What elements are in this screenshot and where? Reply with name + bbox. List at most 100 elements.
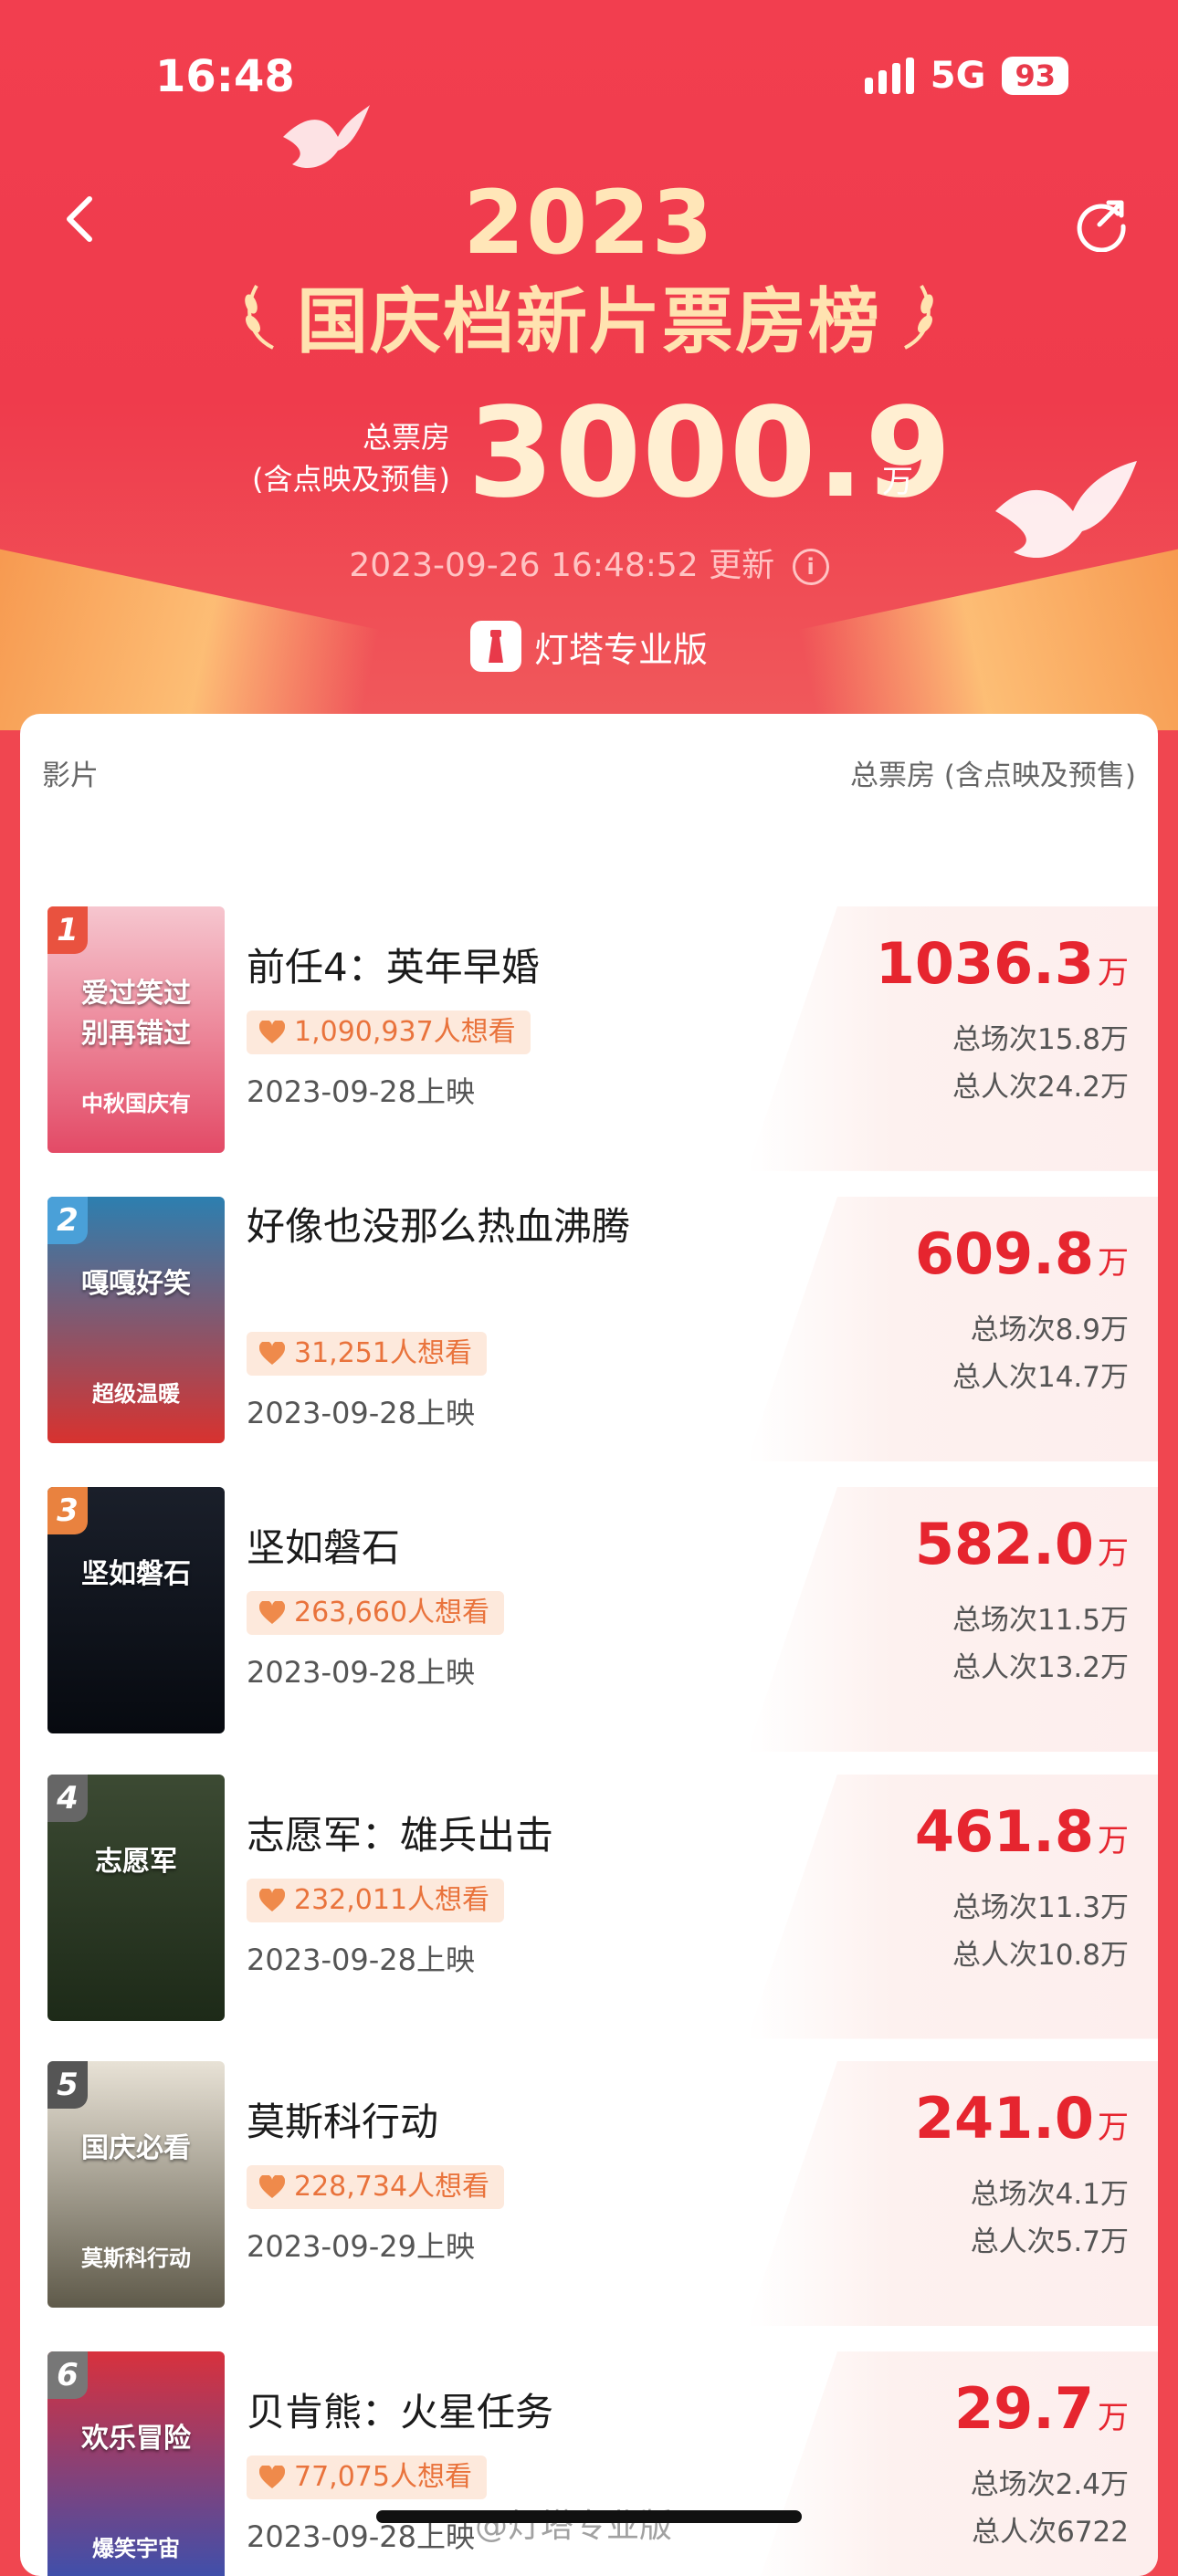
poster-artwork-subtext: 中秋国庆有 bbox=[81, 1090, 191, 1116]
release-date: 2023-09-28上映 bbox=[247, 1395, 475, 1430]
movie-gross: 29.7 万 bbox=[954, 2375, 1129, 2442]
movie-title[interactable]: 志愿军：雄兵出击 bbox=[247, 1809, 685, 1862]
total-shows: 总场次11.5万 bbox=[952, 1604, 1129, 1638]
battery-indicator: 93 bbox=[1002, 57, 1068, 95]
movie-stats: 总场次2.4万 总人次6722 bbox=[971, 2461, 1129, 2556]
release-date: 2023-09-29上映 bbox=[247, 2229, 475, 2265]
total-shows: 总场次2.4万 bbox=[970, 2468, 1129, 2502]
movie-stats: 总场次15.8万 总人次24.2万 bbox=[952, 1016, 1129, 1111]
movie-stats: 总场次11.5万 总人次13.2万 bbox=[952, 1597, 1129, 1691]
movie-title[interactable]: 好像也没那么热血沸腾 bbox=[247, 1200, 685, 1253]
movie-gross: 582.0 万 bbox=[915, 1511, 1129, 1577]
rank-badge: 3 bbox=[47, 1487, 88, 1535]
heart-icon bbox=[259, 1341, 285, 1365]
movie-row[interactable]: 4 志愿军 志愿军：雄兵出击 232,011人想看 2023-09-28上映 461.8 万… bbox=[20, 1774, 1158, 2048]
movie-gross-value: 582.0 bbox=[914, 1511, 1094, 1578]
heart-icon bbox=[259, 2466, 285, 2489]
poster-artwork-text: 嘎嘎好笑 bbox=[81, 1267, 191, 1300]
movie-poster[interactable]: 5 国庆必看 莫斯科行动 bbox=[47, 2061, 225, 2309]
column-header-film: 影片 bbox=[42, 759, 99, 792]
movie-poster[interactable]: 1 爱过笑过 别再错过 中秋国庆有 bbox=[47, 906, 225, 1153]
want-to-see-badge: 232,011人想看 bbox=[247, 1878, 505, 1922]
rank-badge: 4 bbox=[47, 1774, 88, 1822]
total-admissions: 总人次5.7万 bbox=[970, 2225, 1129, 2259]
laurel-right-icon bbox=[904, 284, 933, 350]
movie-gross-value: 1036.3 bbox=[875, 929, 1094, 997]
total-label-line1: 总票房 bbox=[362, 420, 450, 455]
poster-artwork-text: 国庆必看 bbox=[81, 2132, 191, 2165]
poster-artwork-subtext: 爆笑宇宙 bbox=[92, 2536, 180, 2562]
want-to-see-badge: 1,090,937人想看 bbox=[247, 1010, 531, 1054]
release-date: 2023-09-28上映 bbox=[247, 1655, 475, 1691]
want-count: 77,075人想看 bbox=[294, 2461, 472, 2494]
header-banner: 16:48 5G 93 2023 国庆档新片票房榜 总票房 (含点映及预售) 3… bbox=[0, 0, 1178, 730]
movie-gross: 1036.3 万 bbox=[876, 930, 1129, 997]
movie-row[interactable]: 2 嘎嘎好笑超级温暖 好像也没那么热血沸腾 31,251人想看 2023-09-28上映… bbox=[20, 1196, 1158, 1471]
release-date: 2023-09-28上映 bbox=[247, 1073, 475, 1109]
movie-gross-unit: 万 bbox=[1098, 1822, 1129, 1859]
watermark: @灯塔专业版 bbox=[475, 2508, 673, 2545]
movie-title[interactable]: 莫斯科行动 bbox=[247, 2096, 685, 2149]
movie-title[interactable]: 坚如磐石 bbox=[247, 1522, 685, 1575]
movie-stats: 总场次8.9万总人次14.7万 bbox=[952, 1306, 1129, 1401]
movie-gross-value: 241.0 bbox=[914, 2085, 1094, 2152]
poster-artwork-text: 坚如磐石 bbox=[81, 1558, 191, 1591]
movie-poster[interactable]: 6 欢乐冒险 爆笑宇宙 bbox=[47, 2351, 225, 2576]
movie-row[interactable]: 1 爱过笑过 别再错过 中秋国庆有 前任4：英年早婚 1,090,937人想看 2023-… bbox=[20, 906, 1158, 1180]
movie-gross-unit: 万 bbox=[1098, 954, 1129, 991]
movie-gross-value: 461.8 bbox=[914, 1797, 1094, 1865]
rank-badge: 1 bbox=[47, 906, 88, 954]
want-to-see-badge: 263,660人想看 bbox=[247, 1591, 505, 1636]
status-time: 16:48 bbox=[155, 51, 295, 102]
movie-row[interactable]: 5 国庆必看 莫斯科行动 莫斯科行动 228,734人想看 2023-09-29上映 241… bbox=[20, 2061, 1158, 2335]
total-gross-value: 3000.9 bbox=[468, 382, 952, 526]
total-shows: 总场次4.1万 bbox=[970, 2178, 1129, 2212]
movie-poster[interactable]: 4 志愿军 bbox=[47, 1774, 225, 2021]
movie-poster[interactable]: 3 坚如磐石 bbox=[47, 1487, 225, 1734]
total-label-line2: (含点映及预售) bbox=[252, 462, 450, 497]
want-count: 1,090,937人想看 bbox=[294, 1015, 516, 1048]
column-header-gross: 总票房 (含点映及预售) bbox=[849, 759, 1136, 792]
total-admissions: 总人次14.7万 bbox=[952, 1360, 1129, 1394]
total-admissions: 总人次10.8万 bbox=[952, 1938, 1129, 1972]
want-count: 31,251人想看 bbox=[294, 1336, 472, 1369]
movie-gross: 461.8 万 bbox=[915, 1798, 1129, 1865]
heart-icon bbox=[259, 1888, 285, 1911]
movie-gross-value: 609.8 bbox=[914, 1220, 1094, 1287]
movie-gross: 609.8 万 bbox=[915, 1220, 1129, 1287]
poster-artwork-text: 志愿军 bbox=[95, 1845, 177, 1878]
update-timestamp: 2023-09-26 16:48:52 更新 i bbox=[0, 539, 1178, 586]
signal-icon bbox=[864, 58, 914, 94]
ranking-card: 影片 总票房 (含点映及预售) 1 爱过笑过 别再错过 中秋国庆有 前任4：英年早婚 1… bbox=[20, 714, 1158, 2576]
home-indicator[interactable] bbox=[376, 2510, 802, 2523]
movie-gross-unit: 万 bbox=[1098, 1244, 1129, 1282]
poster-artwork-text: 欢乐冒险 bbox=[81, 2423, 191, 2456]
rank-badge: 5 bbox=[47, 2061, 88, 2110]
total-gross-unit: 万 bbox=[882, 464, 913, 500]
total-admissions: 总人次6722 bbox=[972, 2516, 1129, 2550]
movie-gross-unit: 万 bbox=[1098, 2400, 1129, 2437]
total-shows: 总场次8.9万 bbox=[970, 1313, 1129, 1346]
want-to-see-badge: 31,251人想看 bbox=[247, 1331, 487, 1376]
page-title-row: 国庆档新片票房榜 bbox=[0, 265, 1178, 367]
movie-stats: 总场次11.3万 总人次10.8万 bbox=[952, 1884, 1129, 1979]
movie-stats: 总场次4.1万 总人次5.7万 bbox=[971, 2171, 1129, 2266]
info-icon[interactable]: i bbox=[792, 549, 829, 585]
rank-badge: 2 bbox=[47, 1196, 88, 1244]
poster-artwork-subtext: 超级温暖 bbox=[92, 1380, 180, 1407]
total-admissions: 总人次13.2万 bbox=[952, 1651, 1129, 1685]
movie-gross-value: 29.7 bbox=[954, 2375, 1094, 2443]
update-suffix: 更新 bbox=[709, 547, 775, 584]
movie-poster[interactable]: 2 嘎嘎好笑超级温暖 bbox=[47, 1196, 225, 1443]
want-count: 228,734人想看 bbox=[294, 2171, 490, 2204]
event-year: 2023 bbox=[463, 172, 715, 274]
heart-icon bbox=[259, 2175, 285, 2199]
movie-row[interactable]: 3 坚如磐石 坚如磐石 263,660人想看 2023-09-28上映 582.0 万总场次… bbox=[20, 1487, 1158, 1761]
dove-icon bbox=[283, 105, 370, 169]
want-to-see-badge: 77,075人想看 bbox=[247, 2456, 487, 2500]
movie-title[interactable]: 贝肯熊：火星任务 bbox=[247, 2386, 685, 2439]
total-shows: 总场次11.3万 bbox=[952, 1890, 1129, 1924]
movie-title[interactable]: 前任4：英年早婚 bbox=[247, 941, 685, 994]
total-gross-label: 总票房 (含点映及预售) bbox=[252, 416, 450, 500]
brand-name: 灯塔专业版 bbox=[533, 629, 708, 670]
